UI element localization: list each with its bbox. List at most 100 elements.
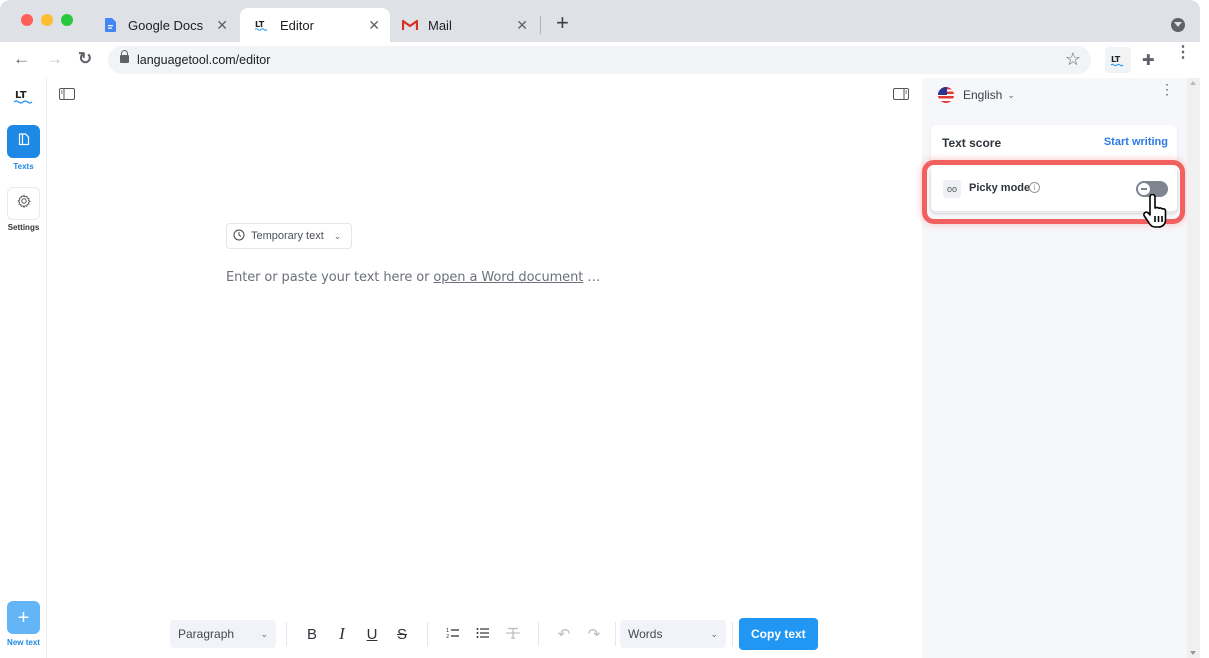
tab-title: Editor [280, 17, 314, 33]
redo-button[interactable]: ↷ [579, 620, 609, 648]
svg-text:LT: LT [255, 20, 265, 29]
left-nav: LT Texts Settings + New text [0, 78, 47, 658]
picky-mode-row: oo Picky mode i [931, 167, 1177, 211]
language-selector[interactable]: English ⌄ [938, 87, 1015, 103]
right-panel: English ⌄ ⋮ Text score Start writing oo … [922, 78, 1187, 658]
strikethrough-button[interactable]: S [387, 620, 417, 648]
text-score-label: Text score [942, 136, 1002, 150]
address-bar[interactable]: languagetool.com/editor ☆ [108, 46, 1091, 74]
tab-search-icon[interactable] [1171, 18, 1185, 32]
italic-icon: I [339, 624, 345, 643]
close-tab-icon[interactable]: ✕ [516, 17, 528, 34]
back-button[interactable]: ← [13, 50, 30, 68]
sidebar-toggle-icon[interactable] [59, 87, 75, 105]
editor-area: Temporary text ⌄ Enter or paste your tex… [48, 78, 921, 658]
chevron-down-icon: ⌄ [260, 628, 268, 639]
reload-button[interactable]: ↻ [78, 50, 92, 68]
clear-format-button[interactable] [498, 620, 528, 648]
svg-text:LT: LT [1111, 55, 1121, 64]
editor-placeholder[interactable]: Enter or paste your text here or open a … [226, 270, 600, 285]
tab-mail[interactable]: Mail ✕ [388, 8, 538, 42]
tab-editor[interactable]: LT Editor ✕ [240, 8, 390, 42]
tab-google-docs[interactable]: Google Docs ✕ [88, 8, 238, 42]
scroll-up-arrow[interactable] [1190, 81, 1196, 85]
right-panel-toggle-icon[interactable] [893, 87, 909, 105]
languagetool-extension-button[interactable]: LT [1105, 47, 1131, 73]
count-select-value: Words [628, 627, 663, 641]
svg-text:2: 2 [446, 634, 449, 639]
count-select[interactable]: Words ⌄ [620, 620, 726, 648]
underline-button[interactable]: U [357, 620, 387, 648]
placeholder-text: Enter or paste your text here or [226, 270, 434, 285]
languagetool-icon: LT [254, 17, 270, 33]
close-tab-icon[interactable]: ✕ [216, 17, 228, 34]
gear-icon [16, 194, 31, 213]
bookmark-star-icon[interactable]: ☆ [1065, 49, 1081, 70]
browser-menu-icon[interactable]: ⋮ [1175, 45, 1191, 61]
picky-mode-label: Picky mode [969, 182, 1031, 194]
extensions-puzzle-icon[interactable]: ✚ [1142, 51, 1155, 69]
document-icon [18, 132, 30, 151]
start-writing-link[interactable]: Start writing [1104, 136, 1168, 148]
bullet-list-icon [476, 626, 490, 643]
toolbar-divider [538, 622, 539, 646]
language-label: English [963, 88, 1003, 102]
forward-button[interactable]: → [46, 50, 63, 68]
bullet-list-button[interactable] [468, 620, 498, 648]
clock-icon [233, 229, 245, 244]
tab-bar: Google Docs ✕ LT Editor ✕ Mail ✕ + [0, 0, 1200, 42]
temporary-text-dropdown[interactable]: Temporary text ⌄ [226, 223, 353, 249]
bold-button[interactable]: B [297, 620, 327, 648]
chevron-down-icon: ⌄ [1007, 89, 1015, 100]
toolbar-divider [427, 622, 428, 646]
glasses-icon: oo [943, 180, 961, 198]
toolbar-divider [286, 622, 287, 646]
paragraph-select[interactable]: Paragraph ⌄ [170, 620, 276, 648]
nav-texts-label: Texts [13, 162, 34, 171]
bold-icon: B [306, 625, 317, 643]
new-tab-button[interactable]: + [556, 12, 569, 34]
ordered-list-button[interactable]: 12 [438, 620, 468, 648]
languagetool-logo[interactable]: LT [13, 87, 33, 110]
maximize-window-button[interactable] [61, 14, 73, 26]
underline-icon: U [366, 625, 378, 643]
vertical-scrollbar[interactable] [1187, 78, 1200, 658]
info-icon[interactable]: i [1029, 182, 1040, 193]
svg-text:LT: LT [15, 90, 27, 101]
format-toolbar: Paragraph ⌄ B I U S 12 ↶ ↷ Words ⌄ Copy … [170, 618, 818, 650]
hand-cursor-icon [1142, 193, 1170, 233]
ordered-list-icon: 12 [446, 626, 460, 643]
plus-icon: + [17, 606, 30, 629]
clear-format-icon [506, 626, 520, 643]
temporary-text-label: Temporary text [251, 230, 324, 242]
browser-window: Google Docs ✕ LT Editor ✕ Mail ✕ + ← → ↻… [0, 0, 1200, 658]
panel-menu-icon[interactable]: ⋮ [1160, 82, 1174, 96]
paragraph-select-value: Paragraph [178, 627, 235, 641]
italic-button[interactable]: I [327, 620, 357, 648]
google-docs-icon [102, 17, 118, 33]
lock-icon [120, 50, 129, 63]
close-window-button[interactable] [21, 14, 33, 26]
nav-texts-button[interactable] [7, 125, 40, 158]
url-text: languagetool.com/editor [137, 53, 271, 67]
toolbar-divider [615, 622, 616, 646]
us-flag-icon [938, 87, 954, 103]
copy-text-button[interactable]: Copy text [739, 618, 818, 650]
open-word-document-link[interactable]: open a Word document [433, 270, 583, 285]
minimize-window-button[interactable] [41, 14, 53, 26]
undo-button[interactable]: ↶ [549, 620, 579, 648]
new-text-button[interactable]: + [7, 601, 40, 634]
tab-title: Mail [428, 17, 452, 33]
strikethrough-icon: S [396, 625, 407, 643]
redo-icon: ↷ [587, 626, 601, 643]
chevron-down-icon: ⌄ [333, 230, 342, 241]
nav-settings-button[interactable] [7, 187, 40, 220]
undo-icon: ↶ [557, 626, 571, 643]
placeholder-ellipsis: … [583, 270, 601, 285]
gmail-icon [402, 17, 418, 33]
close-tab-icon[interactable]: ✕ [368, 17, 380, 34]
scroll-down-arrow[interactable] [1190, 651, 1196, 655]
nav-settings-label: Settings [7, 223, 40, 232]
tab-title: Google Docs [128, 17, 204, 33]
browser-toolbar: ← → ↻ languagetool.com/editor ☆ LT ✚ ⋮ [0, 42, 1200, 78]
